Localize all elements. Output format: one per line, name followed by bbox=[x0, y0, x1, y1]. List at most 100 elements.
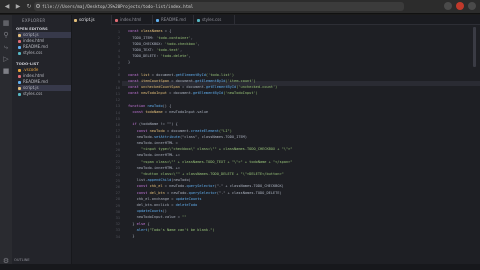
file-label: index.html bbox=[23, 38, 45, 43]
line-number: 33 bbox=[115, 228, 120, 233]
code-line: if (todoName != "") { bbox=[128, 122, 178, 127]
code-line: } bbox=[128, 233, 135, 238]
line-number: 30 bbox=[115, 209, 120, 214]
folder-icon bbox=[18, 68, 21, 72]
files-icon[interactable]: ▦ bbox=[2, 19, 10, 27]
file-label: script.js bbox=[23, 85, 39, 90]
outline-section[interactable]: OUTLINE bbox=[14, 258, 30, 262]
code-area[interactable]: 1 const classNames = {2 TODO_ITEM: 'todo-… bbox=[72, 26, 480, 270]
browser-actions bbox=[444, 2, 476, 10]
tab-readme-md[interactable]: README.md bbox=[154, 15, 194, 25]
open-editor-item[interactable]: styles.css bbox=[18, 50, 71, 56]
line-number: 19 bbox=[115, 141, 120, 146]
code-line: } else { bbox=[128, 221, 150, 226]
line-number: 34 bbox=[115, 234, 120, 239]
file-label: script.js bbox=[23, 32, 39, 37]
project-folder-header[interactable]: TODO-LIST bbox=[16, 61, 39, 66]
code-line: const itemCountSpan = document.getElemen… bbox=[128, 78, 256, 83]
line-number: 15 bbox=[115, 116, 120, 121]
tab-script-js[interactable]: script.js bbox=[72, 15, 112, 25]
code-line: newTodo.innerHTML = bbox=[128, 140, 178, 145]
line-number: 8 bbox=[117, 73, 120, 78]
line-number: 9 bbox=[117, 79, 120, 84]
code-line: newTodo.innerHTML += bbox=[128, 153, 180, 158]
line-number: 3 bbox=[117, 42, 120, 47]
line-number: 20 bbox=[115, 147, 120, 152]
explorer-title: EXPLORER bbox=[22, 18, 46, 23]
line-number: 4 bbox=[117, 48, 120, 53]
code-line: "<input type=\"checkbox\" class=\"" + cl… bbox=[128, 147, 293, 152]
extension-icon[interactable] bbox=[444, 2, 452, 10]
tab-styles-css[interactable]: styles.css bbox=[195, 15, 235, 25]
menu-icon[interactable] bbox=[468, 2, 476, 10]
code-line: chk_el.onchange = updateCounts bbox=[128, 196, 202, 201]
code-line: TODO_DELETE: 'todo-delete', bbox=[128, 54, 191, 59]
code-line: TODO_ITEM: 'todo-container', bbox=[128, 35, 193, 40]
line-number: 6 bbox=[117, 61, 120, 65]
file-icon bbox=[115, 18, 118, 22]
line-number: 21 bbox=[115, 154, 120, 158]
search-icon[interactable]: ⚲ bbox=[2, 31, 10, 39]
tab-index-html[interactable]: index.html bbox=[113, 15, 153, 25]
code-line: "<button class=\"" + classNames.TODO_DEL… bbox=[128, 171, 284, 176]
code-editor-window: ▦ ⚲ ⤷ ▷ ■ ⚙ EXPLORER OPEN EDITORS script… bbox=[0, 15, 480, 270]
code-line: const newTodo = document.createElement("… bbox=[128, 128, 232, 133]
line-number: 25 bbox=[115, 178, 120, 183]
code-line: newTodo.innerHTML += bbox=[128, 165, 180, 170]
code-line: newTodo.setAttribute("class", classNames… bbox=[128, 134, 248, 139]
file-icon bbox=[197, 18, 200, 22]
line-number: 28 bbox=[115, 197, 120, 202]
code-line: const list = document.getElementById('to… bbox=[128, 72, 235, 77]
code-line: del_btn.onclick = deleteTodo bbox=[128, 202, 198, 207]
editor-tabs: script.js index.html README.md styles.css bbox=[72, 15, 480, 25]
source-control-icon[interactable]: ⤷ bbox=[2, 43, 10, 51]
code-line: "<span class=\"" + classNames.TODO_TEXT … bbox=[128, 159, 293, 164]
file-icon bbox=[18, 45, 21, 49]
code-line: function newTodo() { bbox=[128, 103, 172, 108]
file-icon bbox=[74, 18, 77, 22]
status-bar bbox=[0, 264, 480, 270]
open-editors-header[interactable]: OPEN EDITORS bbox=[16, 26, 48, 31]
line-number: 26 bbox=[115, 185, 120, 189]
code-line: alert("Todo's Name can't be blank.") bbox=[136, 227, 215, 232]
code-line: const chk_el = newTodo.querySelector("."… bbox=[128, 184, 284, 189]
address-text: file:///Users/maj/Desktop/JS%20Projects/… bbox=[42, 4, 194, 9]
line-number: 13 bbox=[115, 104, 120, 109]
code-line: const todoName = newTodoInput.value bbox=[128, 109, 209, 114]
profile-icon[interactable] bbox=[456, 2, 464, 10]
line-number: 5 bbox=[117, 54, 120, 59]
scrollbar[interactable] bbox=[473, 27, 476, 67]
line-number: 32 bbox=[115, 222, 120, 227]
line-number: 22 bbox=[115, 160, 120, 165]
file-label: index.html bbox=[23, 73, 45, 78]
code-line: newTodoInput.value = "" bbox=[128, 215, 187, 220]
info-icon bbox=[36, 4, 40, 8]
browser-toolbar: ◀ ▶ ↻ file:///Users/maj/Desktop/JS%20Pro… bbox=[0, 0, 480, 14]
file-icon bbox=[18, 92, 21, 96]
line-number: 31 bbox=[115, 216, 120, 220]
line-number: 23 bbox=[115, 166, 120, 171]
file-item[interactable]: styles.css bbox=[18, 91, 71, 97]
address-bar[interactable]: file:///Users/maj/Desktop/JS%20Projects/… bbox=[34, 2, 404, 11]
forward-icon[interactable]: ▶ bbox=[14, 3, 22, 11]
file-icon bbox=[18, 33, 21, 37]
debug-icon[interactable]: ▷ bbox=[2, 55, 10, 63]
line-number: 27 bbox=[115, 191, 120, 196]
line-number: 18 bbox=[115, 135, 120, 140]
code-line: } bbox=[128, 60, 131, 65]
tab-label: README.md bbox=[161, 17, 186, 22]
file-label: styles.css bbox=[23, 50, 43, 55]
code-line: TODO_TEXT: 'todo-text', bbox=[128, 47, 183, 52]
code-line: list.appendChild(newTodo) bbox=[128, 178, 191, 183]
file-label: README.md bbox=[23, 44, 48, 49]
file-label: README.md bbox=[23, 79, 48, 84]
line-number: 12 bbox=[115, 98, 120, 103]
tab-label: styles.css bbox=[202, 17, 222, 22]
line-number: 16 bbox=[115, 123, 120, 127]
extensions-icon[interactable]: ■ bbox=[2, 67, 10, 75]
line-number: 29 bbox=[115, 203, 120, 208]
activity-bar: ▦ ⚲ ⤷ ▷ ■ ⚙ bbox=[0, 15, 12, 270]
reload-icon[interactable]: ↻ bbox=[25, 3, 33, 11]
line-number: 17 bbox=[115, 129, 120, 134]
back-icon[interactable]: ◀ bbox=[3, 3, 11, 11]
